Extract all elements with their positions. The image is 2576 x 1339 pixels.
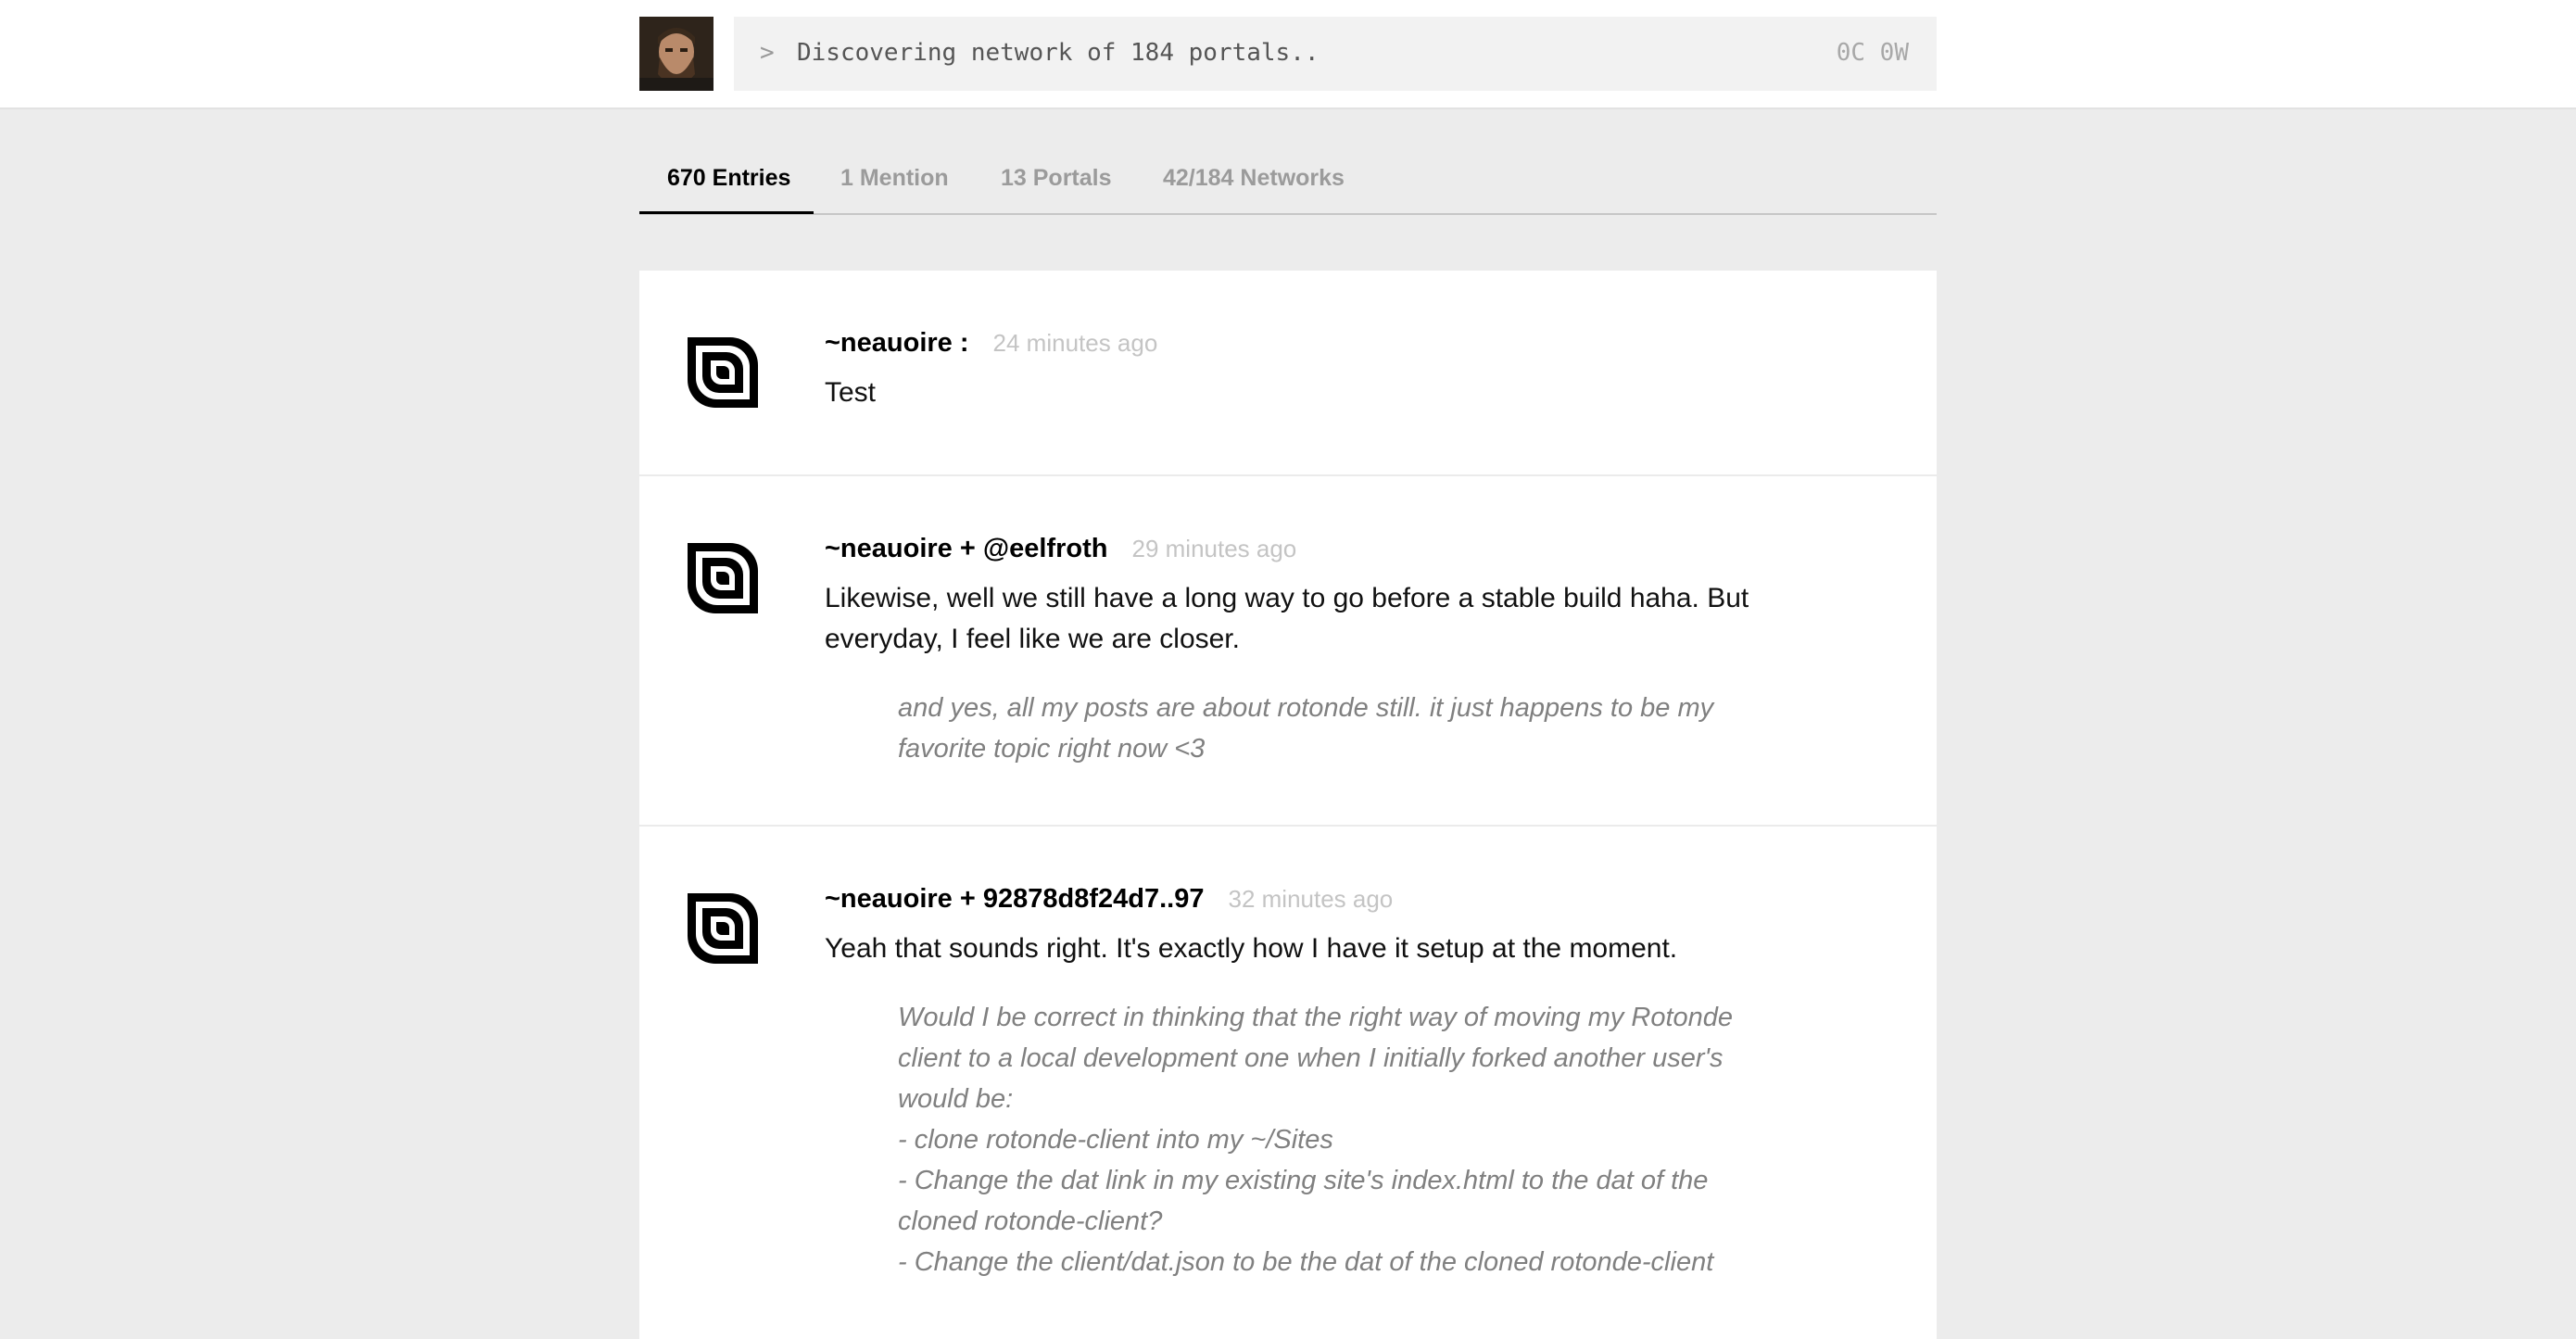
entry-message: Test <box>825 377 877 408</box>
entry-author[interactable]: ~neauoire + @eelfroth <box>825 534 1107 563</box>
entry-timestamp[interactable]: 29 minutes ago <box>1131 535 1296 562</box>
prompt-symbol: > <box>760 39 775 67</box>
entry-author[interactable]: ~neauoire + 92878d8f24d7..97 <box>825 884 1204 914</box>
feed-entry: ~neauoire + @eelfroth 29 minutes ago Like… <box>639 476 1937 827</box>
rotonde-logo-icon[interactable] <box>684 539 762 617</box>
tab-portals[interactable]: 13 Portals <box>1001 165 1112 192</box>
status-counters: 0C 0W <box>1836 39 1909 67</box>
entry-header: ~neauoire + @eelfroth 29 minutes ago <box>825 534 1296 564</box>
feed-entry: ~neauoire + 92878d8f24d7..97 32 minutes a… <box>639 827 1937 1339</box>
avatar-photo <box>639 17 713 91</box>
rotonde-logo-icon[interactable] <box>684 334 762 411</box>
entry-timestamp[interactable]: 24 minutes ago <box>993 329 1158 357</box>
quote-line: - Change the dat link in my existing sit… <box>898 1166 1709 1236</box>
feed: ~neauoire : 24 minutes ago Test ~neauoire… <box>639 271 1937 1339</box>
entry-quote: Would I be correct in thinking that the … <box>898 997 1760 1282</box>
tab-entries[interactable]: 670 Entries <box>667 165 790 192</box>
active-tab-indicator <box>639 211 814 214</box>
command-input[interactable]: > Discovering network of 184 portals.. 0… <box>734 17 1937 91</box>
quote-line: Would I be correct in thinking that the … <box>898 1003 1734 1114</box>
entry-message: Likewise, well we still have a long way … <box>825 583 1749 654</box>
top-bar: > Discovering network of 184 portals.. 0… <box>0 0 2576 109</box>
quote-line: - clone rotonde-client into my ~/Sites <box>898 1125 1333 1155</box>
quote-line: and yes, all my posts are about rotonde … <box>898 693 1714 764</box>
avatar[interactable] <box>639 17 713 91</box>
entry-quote: and yes, all my posts are about rotonde … <box>898 688 1760 769</box>
tab-networks[interactable]: 42/184 Networks <box>1163 165 1345 192</box>
entry-timestamp[interactable]: 32 minutes ago <box>1228 885 1393 913</box>
tab-mentions[interactable]: 1 Mention <box>840 165 949 192</box>
quote-line: - Change the client/dat.json to be the d… <box>898 1247 1714 1277</box>
entry-author[interactable]: ~neauoire : <box>825 328 969 358</box>
feed-entry: ~neauoire : 24 minutes ago Test <box>639 271 1937 476</box>
entry-message: Yeah that sounds right. It's exactly how… <box>825 933 1678 964</box>
command-status-text: Discovering network of 184 portals.. <box>797 39 1320 67</box>
rotonde-logo-icon[interactable] <box>684 890 762 967</box>
feed-tabs: 670 Entries 1 Mention 13 Portals 42/184 … <box>639 150 1937 215</box>
entry-header: ~neauoire + 92878d8f24d7..97 32 minutes a… <box>825 884 1393 915</box>
entry-header: ~neauoire : 24 minutes ago <box>825 328 1157 359</box>
